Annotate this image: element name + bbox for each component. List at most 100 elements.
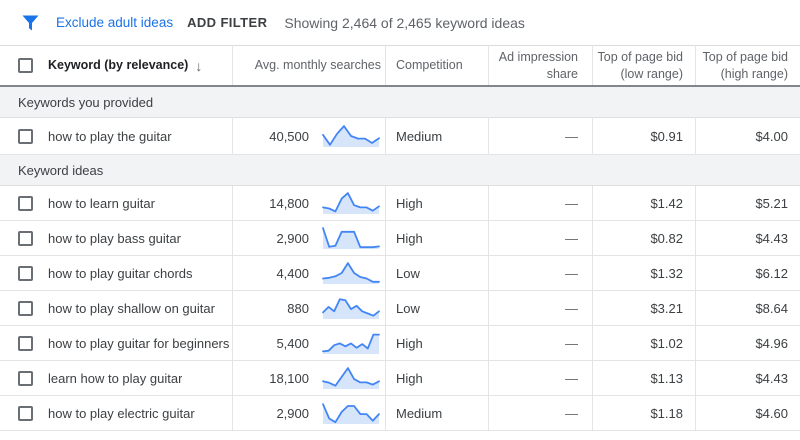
keyword-row[interactable]: how to play the guitar 40,500 Medium — $… [0,118,800,155]
table-body: Keywords you provided how to play the gu… [0,87,800,431]
competition-value: Medium [396,406,442,421]
searches-cell: 2,900 [232,221,385,255]
searches-value: 5,400 [276,336,309,351]
keyword-cell: learn how to play guitar [48,361,232,395]
filter-icon[interactable] [22,15,39,31]
competition-cell: Low [385,291,488,325]
bid-low-cell: $1.13 [592,361,695,395]
searches-value: 14,800 [269,196,309,211]
competition-cell: High [385,221,488,255]
header-bid-low-cell[interactable]: Top of page bid (low range) [592,46,695,85]
bid-high-cell: $4.00 [695,118,800,154]
bid-high-cell: $4.96 [695,326,800,360]
ad-impression-value: — [565,196,578,211]
add-filter-button[interactable]: ADD FILTER [187,15,267,30]
keyword-cell: how to play bass guitar [48,221,232,255]
keyword-row[interactable]: how to learn guitar 14,800 High — $1.42 … [0,186,800,221]
keyword-row[interactable]: how to play bass guitar 2,900 High — $0.… [0,221,800,256]
select-all-checkbox[interactable] [18,58,33,73]
keyword-text: how to play bass guitar [48,231,181,246]
header-keyword-cell[interactable]: Keyword (by relevance) ↓ [48,46,232,85]
bid-high-value: $4.00 [755,129,788,144]
row-checkbox-cell [0,291,48,325]
searches-value: 2,900 [276,406,309,421]
keyword-row[interactable]: how to play electric guitar 2,900 Medium… [0,396,800,431]
keyword-cell: how to play guitar for beginners [48,326,232,360]
sort-descending-icon[interactable]: ↓ [195,58,202,74]
ad-impression-column-header: Ad impression share [489,49,578,82]
bid-high-cell: $4.60 [695,396,800,430]
header-bid-high-cell[interactable]: Top of page bid (high range) [695,46,800,85]
trend-sparkline [321,400,381,426]
row-checkbox[interactable] [18,371,33,386]
bid-low-value: $0.91 [650,129,683,144]
keyword-text: how to play electric guitar [48,406,195,421]
ad-impression-cell: — [488,291,592,325]
row-checkbox-cell [0,256,48,290]
competition-cell: Low [385,256,488,290]
bid-high-cell: $8.64 [695,291,800,325]
searches-column-header: Avg. monthly searches [255,57,381,74]
bid-high-cell: $6.12 [695,256,800,290]
keyword-cell: how to learn guitar [48,186,232,220]
bid-low-value: $3.21 [650,301,683,316]
competition-value: Medium [396,129,442,144]
trend-sparkline [321,225,381,251]
header-checkbox-cell [0,46,48,85]
keyword-column-header: Keyword (by relevance) [48,57,188,74]
header-competition-cell[interactable]: Competition [385,46,488,85]
keyword-row[interactable]: learn how to play guitar 18,100 High — $… [0,361,800,396]
ad-impression-value: — [565,371,578,386]
ad-impression-cell: — [488,396,592,430]
searches-value: 880 [287,301,309,316]
results-count-text: Showing 2,464 of 2,465 keyword ideas [284,15,525,31]
keyword-text: learn how to play guitar [48,371,182,386]
row-checkbox[interactable] [18,406,33,421]
row-checkbox[interactable] [18,266,33,281]
bid-high-value: $6.12 [755,266,788,281]
bid-high-value: $4.96 [755,336,788,351]
ad-impression-cell: — [488,256,592,290]
bid-low-column-header: Top of page bid (low range) [593,49,683,82]
row-checkbox-cell [0,186,48,220]
keyword-text: how to learn guitar [48,196,155,211]
header-ad-impression-cell[interactable]: Ad impression share [488,46,592,85]
bid-low-cell: $1.42 [592,186,695,220]
row-checkbox[interactable] [18,231,33,246]
keyword-text: how to play guitar chords [48,266,193,281]
searches-cell: 40,500 [232,118,385,154]
header-searches-cell[interactable]: Avg. monthly searches [232,46,385,85]
trend-sparkline [321,260,381,286]
ad-impression-value: — [565,266,578,281]
bid-high-value: $4.60 [755,406,788,421]
keyword-row[interactable]: how to play guitar for beginners 5,400 H… [0,326,800,361]
row-checkbox-cell [0,361,48,395]
competition-value: High [396,231,423,246]
bid-high-cell: $4.43 [695,221,800,255]
keyword-cell: how to play guitar chords [48,256,232,290]
keyword-row[interactable]: how to play shallow on guitar 880 Low — … [0,291,800,326]
trend-sparkline [321,190,381,216]
bid-low-value: $1.18 [650,406,683,421]
section-label: Keyword ideas [18,163,103,178]
trend-sparkline [321,330,381,356]
keyword-text: how to play guitar for beginners [48,336,229,351]
competition-column-header: Competition [396,57,463,74]
competition-cell: High [385,361,488,395]
row-checkbox[interactable] [18,336,33,351]
row-checkbox[interactable] [18,301,33,316]
keyword-text: how to play shallow on guitar [48,301,215,316]
searches-value: 18,100 [269,371,309,386]
ad-impression-value: — [565,406,578,421]
exclude-adult-ideas-link[interactable]: Exclude adult ideas [56,15,173,30]
competition-cell: Medium [385,396,488,430]
bid-low-cell: $0.82 [592,221,695,255]
searches-cell: 880 [232,291,385,325]
keyword-row[interactable]: how to play guitar chords 4,400 Low — $1… [0,256,800,291]
bid-high-cell: $5.21 [695,186,800,220]
competition-value: High [396,196,423,211]
row-checkbox[interactable] [18,196,33,211]
row-checkbox[interactable] [18,129,33,144]
keyword-cell: how to play electric guitar [48,396,232,430]
row-checkbox-cell [0,326,48,360]
